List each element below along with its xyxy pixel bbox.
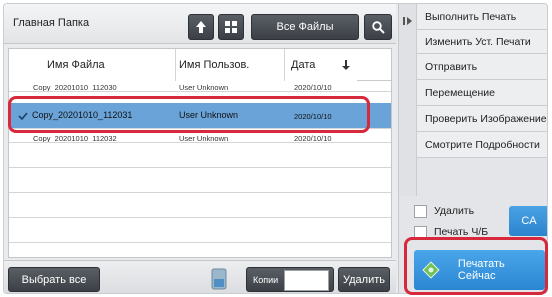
delete-checkbox-label: Удалить — [434, 205, 475, 217]
action-execute-print[interactable]: Выполнить Печать — [417, 4, 547, 30]
clear-all-button[interactable]: CA — [509, 206, 547, 236]
checkmark-icon — [18, 112, 28, 121]
select-all-button[interactable]: Выбрать все — [8, 267, 100, 292]
action-move[interactable]: Перемещение — [417, 80, 547, 106]
empty-row — [9, 168, 391, 193]
bottom-bar: Выбрать все Копии Удалить — [4, 260, 396, 293]
file-list: Имя Файла Имя Пользов. Дата Copy_2020101… — [8, 48, 392, 258]
table-row[interactable]: Copy_20201010_112030 User Unknown 2020/1… — [9, 81, 391, 92]
print-now-label: Печатать Сейчас — [457, 258, 505, 282]
grid-icon — [225, 21, 237, 33]
empty-row — [9, 218, 391, 243]
cell-username: User Unknown — [179, 134, 229, 143]
cell-filename: Copy_20201010_112031 — [32, 110, 133, 120]
cell-username: User Unknown — [179, 110, 239, 120]
search-icon — [371, 20, 385, 34]
action-change-print-settings[interactable]: Изменить Уст. Печати — [417, 30, 547, 54]
cell-date: 2020/10/10 — [294, 134, 332, 143]
empty-row — [9, 143, 391, 168]
cell-username: User Unknown — [179, 83, 229, 92]
column-header-filename[interactable]: Имя Файла — [9, 49, 176, 81]
action-check-image[interactable]: Проверить Изображение — [417, 106, 547, 132]
copies-input[interactable] — [284, 270, 329, 291]
table-row-selected[interactable]: Copy_20201010_112031 User Unknown 2020/1… — [9, 103, 391, 129]
cell-filename: Copy_20201010_112030 — [33, 83, 117, 92]
file-filter-button[interactable]: Все Файлы — [251, 14, 359, 40]
delete-button[interactable]: Удалить — [338, 267, 390, 292]
panel-toggle[interactable] — [399, 4, 417, 196]
copies-label: Копии — [253, 274, 279, 285]
column-header-date[interactable]: Дата — [285, 49, 357, 81]
column-header-username[interactable]: Имя Пользов. — [176, 49, 285, 81]
delete-checkbox[interactable] — [414, 205, 427, 218]
print-now-button[interactable]: Печатать Сейчас — [414, 250, 545, 290]
start-diamond-icon — [422, 261, 440, 279]
table-row[interactable]: Copy_20201010_112032 User Unknown 2020/1… — [9, 132, 391, 143]
column-header-date-label: Дата — [291, 59, 316, 71]
cell-filename: Copy_20201010_112032 — [33, 134, 117, 143]
bw-print-checkbox[interactable] — [414, 226, 427, 239]
cell-date: 2020/10/10 — [294, 83, 332, 92]
folder-title: Главная Папка — [13, 17, 90, 29]
column-header-row: Имя Файла Имя Пользов. Дата — [9, 49, 391, 81]
folder-up-button[interactable] — [188, 14, 214, 40]
arrow-up-icon — [196, 21, 206, 33]
top-bar: Главная Папка Все Файлы — [4, 4, 396, 44]
action-view-details[interactable]: Смотрите Подробности — [417, 132, 547, 158]
column-header-filename-label: Имя Файла — [47, 59, 105, 71]
empty-row — [9, 193, 391, 218]
sort-down-icon — [342, 60, 350, 70]
column-header-username-label: Имя Пользов. — [179, 59, 250, 71]
bw-print-checkbox-label: Печать Ч/Б — [434, 226, 489, 238]
cell-date: 2020/10/10 — [294, 112, 332, 121]
search-button[interactable] — [364, 14, 392, 40]
thumbnail-view-button[interactable] — [218, 14, 244, 40]
document-filing-screen: Главная Папка Все Файлы Имя Файла Имя По… — [3, 3, 548, 294]
collapse-arrow-icon — [403, 17, 412, 25]
tray-icon — [211, 268, 227, 290]
action-send[interactable]: Отправить — [417, 54, 547, 80]
